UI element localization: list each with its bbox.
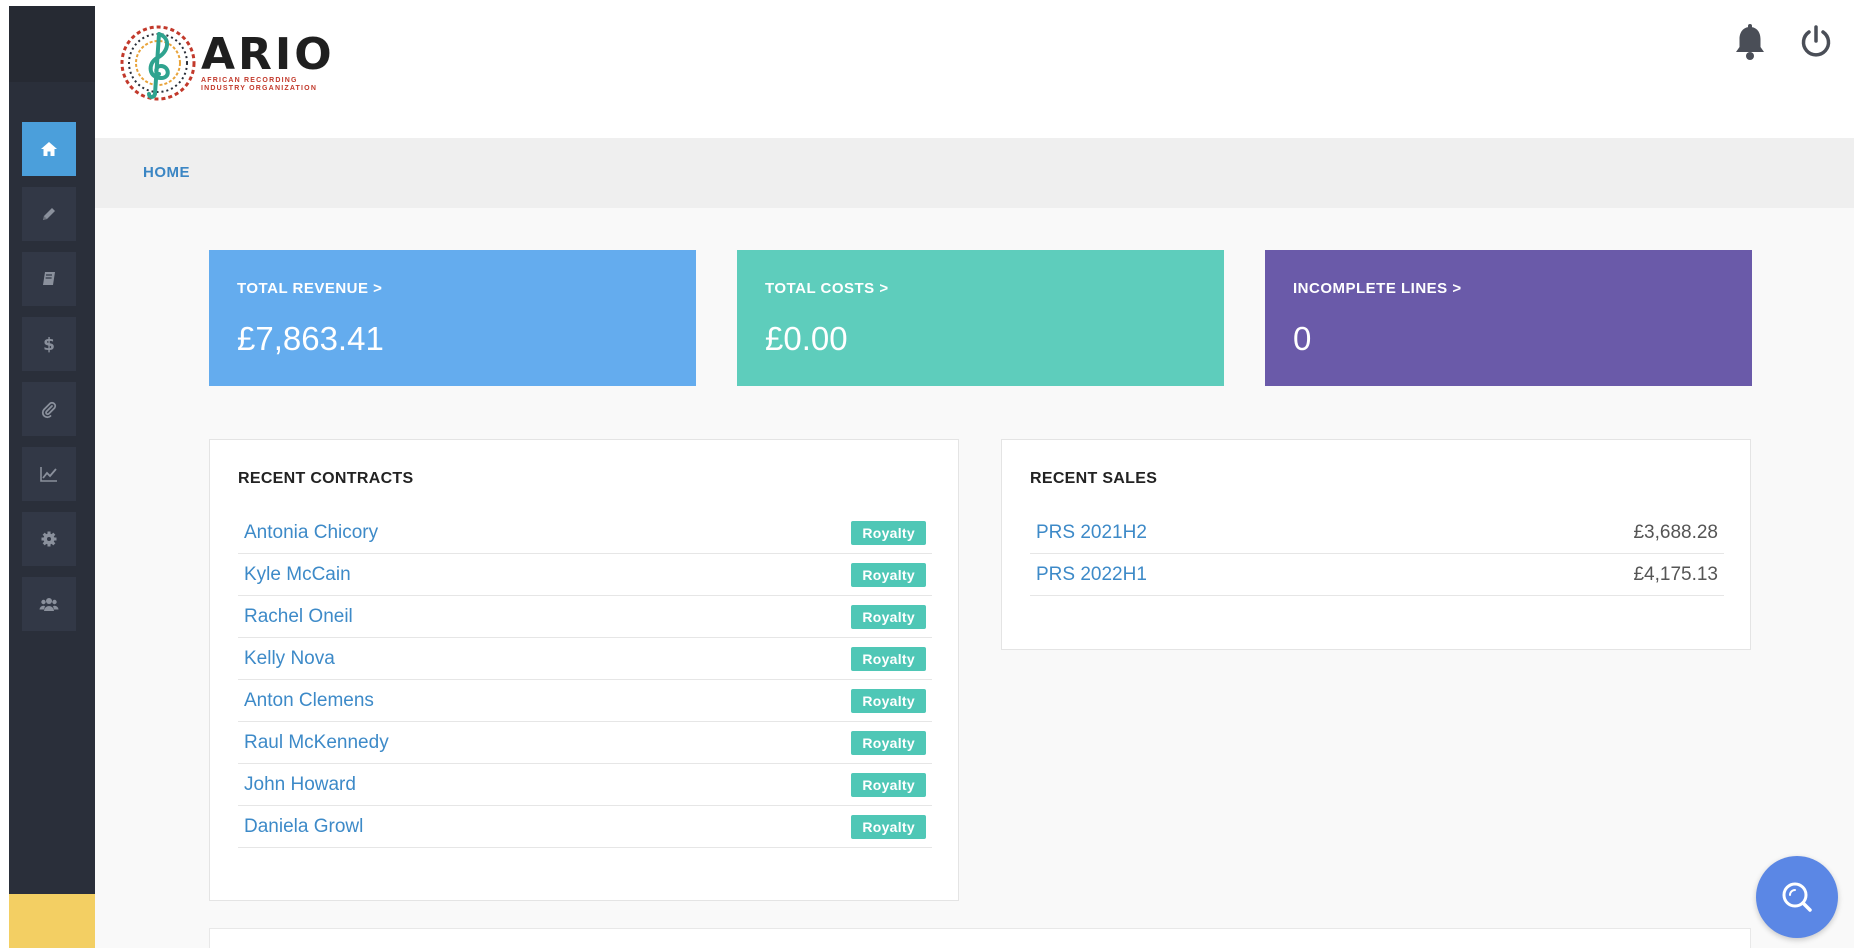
breadcrumb: HOME xyxy=(95,138,1854,208)
contract-row: Kyle McCain Royalty xyxy=(238,554,932,596)
logo[interactable]: ARIO African Recording Industry Organiza… xyxy=(119,24,335,102)
total-revenue-label: TOTAL REVENUE > xyxy=(237,280,383,297)
sidebar-item-edit[interactable] xyxy=(22,187,76,241)
ario-logo-icon xyxy=(120,25,196,101)
contract-name-link[interactable]: Anton Clemens xyxy=(244,690,374,712)
breadcrumb-home[interactable]: HOME xyxy=(143,164,190,181)
sidebar-nav: $ xyxy=(22,122,76,642)
sidebar-item-users[interactable] xyxy=(22,577,76,631)
contract-name-link[interactable]: Rachel Oneil xyxy=(244,606,353,628)
incomplete-lines-label: INCOMPLETE LINES > xyxy=(1293,280,1462,297)
contract-name-link[interactable]: Kelly Nova xyxy=(244,648,335,670)
sidebar-header xyxy=(9,6,95,82)
contract-name-link[interactable]: John Howard xyxy=(244,774,356,796)
sidebar-item-reports[interactable] xyxy=(22,447,76,501)
help-search-button[interactable] xyxy=(1756,856,1838,938)
sidebar-item-settings[interactable] xyxy=(22,512,76,566)
contract-type-badge: Royalty xyxy=(851,772,926,797)
total-costs-value: £0.00 xyxy=(765,320,848,357)
sale-amount: £3,688.28 xyxy=(1633,521,1718,543)
contract-type-badge: Royalty xyxy=(851,562,926,587)
power-icon[interactable] xyxy=(1798,24,1834,60)
sidebar-footer xyxy=(9,894,95,948)
contract-row: Raul McKennedy Royalty xyxy=(238,722,932,764)
contract-type-badge: Royalty xyxy=(851,814,926,839)
home-icon xyxy=(41,142,57,156)
paperclip-icon xyxy=(41,401,57,419)
contract-row: John Howard Royalty xyxy=(238,764,932,806)
total-revenue-card[interactable]: TOTAL REVENUE > £7,863.41 xyxy=(209,250,696,386)
contract-type-badge: Royalty xyxy=(851,688,926,713)
sidebar-item-attachments[interactable] xyxy=(22,382,76,436)
contract-row: Kelly Nova Royalty xyxy=(238,638,932,680)
contract-row: Daniela Growl Royalty xyxy=(238,806,932,848)
contract-row: Rachel Oneil Royalty xyxy=(238,596,932,638)
sale-name-link[interactable]: PRS 2022H1 xyxy=(1036,564,1147,586)
recent-contracts-title: RECENT CONTRACTS xyxy=(238,470,414,487)
sidebar: $ xyxy=(9,6,95,948)
recent-sales-list: PRS 2021H2 £3,688.28 PRS 2022H1 £4,175.1… xyxy=(1030,512,1724,596)
total-costs-card[interactable]: TOTAL COSTS > £0.00 xyxy=(737,250,1224,386)
sale-name-link[interactable]: PRS 2021H2 xyxy=(1036,522,1147,544)
contract-row: Anton Clemens Royalty xyxy=(238,680,932,722)
line-chart-icon xyxy=(40,467,57,482)
bell-icon[interactable] xyxy=(1732,24,1768,62)
contract-name-link[interactable]: Kyle McCain xyxy=(244,564,351,586)
total-costs-label: TOTAL COSTS > xyxy=(765,280,889,297)
sidebar-item-finance[interactable]: $ xyxy=(22,317,76,371)
book-icon xyxy=(43,272,55,285)
sidebar-item-home[interactable] xyxy=(22,122,76,176)
search-help-icon xyxy=(1782,882,1812,912)
sidebar-item-catalog[interactable] xyxy=(22,252,76,306)
recent-contracts-panel: RECENT CONTRACTS Antonia Chicory Royalty… xyxy=(209,439,959,901)
sale-row: PRS 2021H2 £3,688.28 xyxy=(1030,512,1724,554)
contract-type-badge: Royalty xyxy=(851,604,926,629)
contract-type-badge: Royalty xyxy=(851,520,926,545)
contract-name-link[interactable]: Antonia Chicory xyxy=(244,522,378,544)
sale-row: PRS 2022H1 £4,175.13 xyxy=(1030,554,1724,596)
users-icon xyxy=(39,598,59,611)
pencil-icon xyxy=(43,208,55,220)
dollar-icon: $ xyxy=(43,335,55,354)
contract-name-link[interactable]: Daniela Growl xyxy=(244,816,363,838)
logo-wordmark: ARIO xyxy=(201,29,335,80)
incomplete-lines-value: 0 xyxy=(1293,320,1312,357)
dashboard-content: TOTAL REVENUE > £7,863.41 TOTAL COSTS > … xyxy=(95,208,1854,948)
top-header: ARIO African Recording Industry Organiza… xyxy=(95,0,1860,138)
recent-sales-title: RECENT SALES xyxy=(1030,470,1158,487)
total-revenue-value: £7,863.41 xyxy=(237,320,384,357)
contract-name-link[interactable]: Raul McKennedy xyxy=(244,732,389,754)
recent-sales-panel: RECENT SALES PRS 2021H2 £3,688.28 PRS 20… xyxy=(1001,439,1751,650)
incomplete-lines-card[interactable]: INCOMPLETE LINES > 0 xyxy=(1265,250,1752,386)
recent-contracts-list: Antonia Chicory Royalty Kyle McCain Roya… xyxy=(238,512,932,848)
svg-text:$: $ xyxy=(43,335,55,354)
contract-type-badge: Royalty xyxy=(851,646,926,671)
contract-row: Antonia Chicory Royalty xyxy=(238,512,932,554)
contract-type-badge: Royalty xyxy=(851,730,926,755)
gear-icon xyxy=(41,531,57,547)
next-panel-edge xyxy=(209,928,1751,948)
sale-amount: £4,175.13 xyxy=(1633,563,1718,585)
